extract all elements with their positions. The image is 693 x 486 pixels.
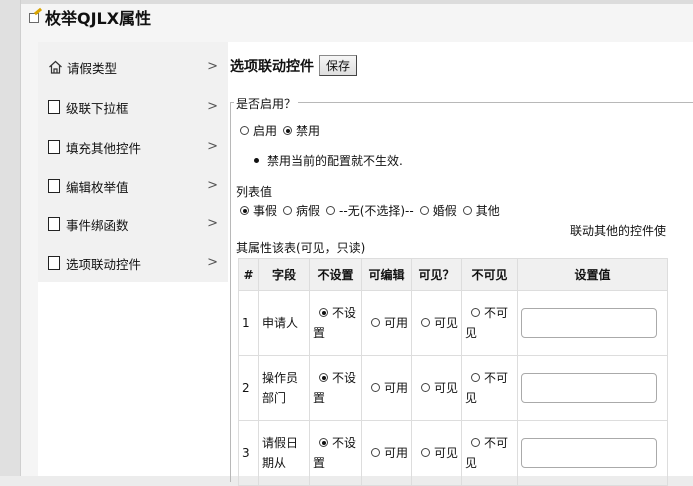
sidebar-item-label: 填充其他控件 [66,140,142,156]
content-area: 请假类型 > 级联下拉框 > 填充其他控件 > 编辑枚举值 > 事件绑函数 > … [38,42,693,486]
checkbox-icon [48,100,60,114]
radio-icon [421,318,430,327]
set-value-input[interactable] [521,373,657,403]
sidebar-item-edit-enum-values[interactable]: 编辑枚举值 > [38,166,228,206]
radio-icon [419,206,429,215]
sidebar-item-label: 事件绑函数 [66,217,129,233]
radio-sick-leave[interactable]: 病假 [283,202,320,219]
chevron-right-icon: > [207,139,218,154]
radio-editable[interactable]: 可用 [361,290,412,356]
chevron-right-icon: > [207,99,218,114]
radio-checked-icon [319,373,328,382]
radio-disable[interactable]: 禁用 [283,122,320,139]
radio-not-set[interactable]: 不设置 [309,355,362,421]
radio-editable[interactable]: 可用 [361,355,412,421]
radio-icon [421,448,430,457]
table-row: 1 申请人 不设置 可用 可见 不可见 [238,290,668,356]
row-field: 操作员部门 [258,355,310,421]
save-button[interactable]: 保存 [319,55,358,76]
radio-visible[interactable]: 可见 [411,290,462,356]
column-header: 可编辑 [361,258,412,291]
sidebar-item-fill-other-controls[interactable]: 填充其他控件 > [38,127,228,167]
enable-legend: 是否启用？ [234,95,299,112]
radio-invisible[interactable]: 不可见 [461,355,518,421]
section-title: 选项联动控件 [230,58,314,75]
sidebar-item-label: 级联下拉框 [66,100,129,116]
radio-personal-leave[interactable]: 事假 [240,202,277,219]
linkage-table: # 字段 不设置 可编辑 可见？ 不可见 设置值 1 申请人 不设置 可用 可见… [238,258,668,486]
background-strip [0,0,20,476]
checkbox-icon [48,179,60,193]
radio-icon [283,206,293,215]
column-header: 字段 [258,258,310,291]
set-value-cell [517,290,668,356]
set-value-input[interactable] [521,438,657,468]
disable-note: 禁用当前的配置就不生效. [254,152,403,169]
checkbox-icon [48,256,60,270]
set-value-cell [517,355,668,421]
radio-icon [462,206,472,215]
sidebar-item-label: 请假类型 [67,60,118,76]
window-title: 枚举QJLX属性 [45,9,152,28]
checkbox-icon [48,217,60,231]
radio-other[interactable]: 其他 [462,202,500,219]
radio-checked-icon [240,206,249,215]
radio-icon [326,206,336,215]
sidebar-item-cascade-dropdown[interactable]: 级联下拉框 > [38,87,228,127]
radio-marriage-leave[interactable]: 婚假 [419,202,457,219]
radio-checked-icon [319,438,328,447]
properties-window: 枚举QJLX属性 请假类型 > 级联下拉框 > 填充其他控件 > 编辑枚举值 >… [20,0,693,486]
attribute-table-label: 其属性该表(可见，只读) [236,241,366,255]
column-header: 设置值 [517,258,668,291]
edit-document-icon [27,7,43,24]
sidebar: 请假类型 > 级联下拉框 > 填充其他控件 > 编辑枚举值 > 事件绑函数 > … [38,42,228,282]
radio-enable[interactable]: 启用 [240,122,277,139]
radio-icon [471,373,480,382]
sidebar-item-leave-type[interactable]: 请假类型 > [38,47,228,87]
set-value-input[interactable] [521,308,657,338]
main-panel: 选项联动控件 保存 是否启用？ 启用 禁用 禁用当前的配置就不生效. 列表值 事… [228,42,693,486]
radio-icon [421,383,430,392]
chevron-right-icon: > [207,178,218,193]
radio-visible[interactable]: 可见 [411,355,462,421]
home-icon [48,60,63,74]
radio-icon [471,308,480,317]
radio-icon [371,383,380,392]
radio-icon [240,126,249,135]
row-field: 申请人 [258,290,310,356]
linkage-note: 联动其他的控件使 [570,224,667,238]
sidebar-item-event-binding[interactable]: 事件绑函数 > [38,204,228,244]
radio-icon [371,318,380,327]
row-number: 1 [238,290,259,356]
radio-invisible[interactable]: 不可见 [461,290,518,356]
sidebar-item-label: 编辑枚举值 [66,179,129,195]
window-titlebar: 枚举QJLX属性 [27,4,151,30]
row-number: 2 [238,355,259,421]
sidebar-item-label: 选项联动控件 [66,256,142,272]
chevron-right-icon: > [207,216,218,231]
column-header: 不设置 [309,258,362,291]
radio-checked-icon [319,308,328,317]
radio-none[interactable]: --无(不选择)-- [326,202,414,219]
sidebar-item-option-linkage[interactable]: 选项联动控件 > [38,243,228,283]
column-header: # [238,258,259,291]
radio-checked-icon [283,126,293,135]
checkbox-icon [48,140,60,154]
column-header: 可见？ [411,258,462,291]
table-header-row: # 字段 不设置 可编辑 可见？ 不可见 设置值 [238,258,668,291]
radio-icon [371,448,380,457]
radio-icon [471,438,480,447]
section-title-row: 选项联动控件 保存 [230,55,358,76]
bullet-icon [254,158,259,163]
column-header: 不可见 [461,258,518,291]
chevron-right-icon: > [207,59,218,74]
list-values-label: 列表值 [236,185,273,199]
radio-not-set[interactable]: 不设置 [309,290,362,356]
table-row: 2 操作员部门 不设置 可用 可见 不可见 [238,355,668,421]
enable-radio-group: 启用 禁用 [240,122,326,139]
chevron-right-icon: > [207,255,218,270]
list-values-radio-group: 事假 病假 --无(不选择)-- 婚假 其他 [240,202,506,219]
